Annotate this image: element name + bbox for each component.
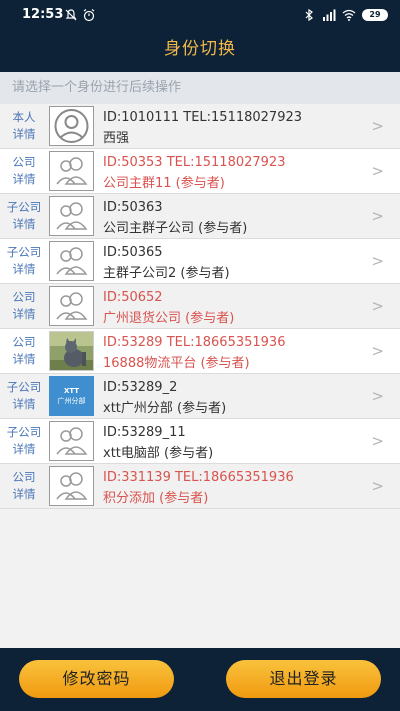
battery-icon: 29 [362, 9, 388, 21]
chevron-right-icon: > [371, 387, 384, 405]
avatar [49, 421, 94, 461]
identity-row[interactable]: 公司 详情 ID:50652 广州退货公司 (参与者) > [0, 284, 400, 329]
role-detail-link[interactable]: 公司 详情 [2, 289, 46, 323]
identity-name: 广州退货公司 (参与者) [103, 311, 235, 326]
chevron-right-icon: > [371, 252, 384, 270]
identity-name: xtt电脑部 (参与者) [103, 446, 214, 461]
group-icon [56, 472, 88, 500]
identity-id: ID:1010111 TEL:15118027923 [103, 110, 303, 125]
group-icon [56, 202, 88, 230]
chevron-right-icon: > [371, 162, 384, 180]
identity-name: 公司主群11 (参与者) [103, 176, 225, 191]
group-icon [56, 247, 88, 275]
avatar [49, 331, 94, 371]
xtt-logo: XTT 广州分部 [57, 387, 86, 405]
identity-id: ID:53289_2 [103, 380, 178, 395]
identity-name: 16888物流平台 (参与者) [103, 356, 250, 371]
identity-row[interactable]: 子公司 详情 ID:50365 主群子公司2 (参与者) > [0, 239, 400, 284]
role-detail-link[interactable]: 子公司 详情 [2, 379, 46, 413]
role-detail-link[interactable]: 公司 详情 [2, 334, 46, 368]
avatar [49, 196, 94, 236]
avatar [49, 466, 94, 506]
signal-icon [323, 9, 336, 21]
identity-row[interactable]: 本人 详情 ID:1010111 TEL:15118027923 西强 > [0, 104, 400, 149]
chevron-right-icon: > [371, 117, 384, 135]
role-detail-link[interactable]: 子公司 详情 [2, 424, 46, 458]
role-detail-link[interactable]: 公司 详情 [2, 154, 46, 188]
identity-id: ID:50652 [103, 290, 163, 305]
notification-muted-icon [65, 9, 77, 21]
role-detail-link[interactable]: 子公司 详情 [2, 199, 46, 233]
identity-row[interactable]: 子公司 详情 ID:50363 公司主群子公司 (参与者) > [0, 194, 400, 239]
chevron-right-icon: > [371, 297, 384, 315]
role-detail-link[interactable]: 子公司 详情 [2, 244, 46, 278]
role-detail-link[interactable]: 本人 详情 [2, 109, 46, 143]
status-time: 12:53 [22, 7, 64, 22]
group-icon [56, 292, 88, 320]
cat-photo [50, 332, 93, 370]
identity-id: ID:50365 [103, 245, 163, 260]
identity-name: 积分添加 (参与者) [103, 491, 209, 506]
group-icon [56, 427, 88, 455]
identity-id: ID:331139 TEL:18665351936 [103, 470, 294, 485]
identity-row[interactable]: 公司 详情 ID:50353 TEL:15118027923 公司主群11 (参与… [0, 149, 400, 194]
identity-name: 主群子公司2 (参与者) [103, 266, 230, 281]
chevron-right-icon: > [371, 432, 384, 450]
identity-name: 公司主群子公司 (参与者) [103, 221, 248, 236]
identity-id: ID:53289 TEL:18665351936 [103, 335, 286, 350]
group-icon [56, 157, 88, 185]
identity-list: 本人 详情 ID:1010111 TEL:15118027923 西强 > 公司详… [0, 104, 400, 509]
page-title: 身份切换 [0, 30, 400, 72]
logout-button[interactable]: 退出登录 [226, 660, 381, 698]
chevron-right-icon: > [371, 477, 384, 495]
identity-row[interactable]: 公司 详情 ID:331139 TEL:18665351936 积分添加 (参与者… [0, 464, 400, 509]
identity-name: xtt广州分部 (参与者) [103, 401, 227, 416]
alarm-clock-icon [83, 9, 95, 22]
person-circle-icon [54, 109, 89, 143]
identity-id: ID:50363 [103, 200, 163, 215]
avatar [49, 286, 94, 326]
role-detail-link[interactable]: 公司 详情 [2, 469, 46, 503]
identity-row[interactable]: 子公司 详情 XTT 广州分部 ID:53289_2 xtt广州分部 (参与者) … [0, 374, 400, 419]
bluetooth-icon [305, 8, 313, 22]
chevron-right-icon: > [371, 342, 384, 360]
avatar [49, 241, 94, 281]
identity-id: ID:50353 TEL:15118027923 [103, 155, 286, 170]
identity-name: 西强 [103, 131, 130, 146]
avatar [49, 151, 94, 191]
identity-row[interactable]: 子公司 详情 ID:53289_11 xtt电脑部 (参与者) > [0, 419, 400, 464]
avatar [49, 106, 94, 146]
change-password-button[interactable]: 修改密码 [19, 660, 174, 698]
instruction-hint: 请选择一个身份进行后续操作 [0, 72, 400, 104]
status-bar: 12:53 29 [0, 0, 400, 30]
wifi-icon [342, 9, 356, 21]
identity-id: ID:53289_11 [103, 425, 186, 440]
chevron-right-icon: > [371, 207, 384, 225]
avatar: XTT 广州分部 [49, 376, 94, 416]
identity-row[interactable]: 公司 详情 ID:53289 TEL:18665351936 16888物流平台 … [0, 329, 400, 374]
bottom-bar: 修改密码 退出登录 [0, 648, 400, 711]
